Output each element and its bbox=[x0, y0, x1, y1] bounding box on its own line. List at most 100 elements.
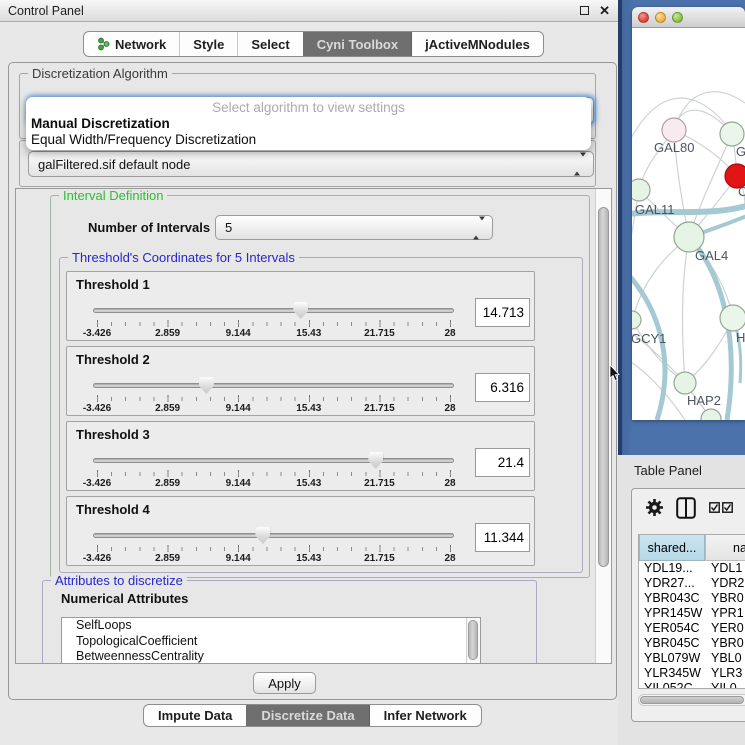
group-title: Attributes to discretize bbox=[51, 573, 187, 588]
column-settings-icon[interactable] bbox=[676, 497, 696, 519]
table-row[interactable]: YDL19...YDL1 bbox=[639, 561, 745, 576]
group-title: Interval Definition bbox=[59, 188, 167, 203]
discretization-algorithm-group: Discretization Algorithm Select algorith… bbox=[19, 73, 596, 139]
svg-text:C: C bbox=[738, 184, 745, 199]
tab-style[interactable]: Style bbox=[179, 32, 237, 56]
slider-thumb[interactable] bbox=[199, 377, 214, 394]
screen: Control Panel ✕ Network Style Select Cyn… bbox=[0, 0, 745, 745]
slider-minor-ticks bbox=[97, 472, 451, 476]
close-traffic-light[interactable] bbox=[638, 12, 649, 23]
attributes-group: Attributes to discretize Numerical Attri… bbox=[42, 580, 537, 664]
svg-text:H: H bbox=[736, 330, 745, 345]
slider-track[interactable] bbox=[93, 383, 454, 388]
close-window-button[interactable]: ✕ bbox=[599, 6, 610, 15]
checkbox-icon[interactable] bbox=[722, 502, 733, 513]
zoom-traffic-light[interactable] bbox=[672, 12, 683, 23]
network-canvas[interactable]: GAL80 GAL11 GAL4 GCY1 HAP2 GA C H bbox=[632, 28, 745, 420]
threshold-label: Threshold 3 bbox=[76, 427, 150, 442]
tab-infer-network[interactable]: Infer Network bbox=[369, 705, 481, 726]
dropdown-option-manual[interactable]: Manual Discretization bbox=[26, 116, 591, 132]
thresholds-group: Threshold's Coordinates for 5 Intervals … bbox=[59, 257, 583, 573]
threshold-label: Threshold 1 bbox=[76, 277, 150, 292]
scrollbar-thumb[interactable] bbox=[640, 696, 744, 704]
list-item[interactable]: SelfLoops bbox=[62, 618, 480, 634]
table-header-row: shared... na bbox=[639, 535, 745, 561]
tab-network[interactable]: Network bbox=[84, 32, 179, 56]
float-icon bbox=[580, 6, 589, 15]
stepper-icon bbox=[574, 157, 586, 172]
table-data-selected: galFiltered.sif default node bbox=[38, 157, 190, 172]
slider-minor-ticks bbox=[97, 547, 451, 551]
svg-text:GA: GA bbox=[736, 144, 745, 159]
slider-tick-labels: -3.426 2.859 9.144 15.43 21.715 28 bbox=[97, 553, 450, 564]
slider-minor-ticks bbox=[97, 322, 451, 326]
algorithm-dropdown-popup: Select algorithm to view settings Manual… bbox=[26, 97, 591, 150]
table-row[interactable]: YIL052CYIL0 bbox=[639, 681, 745, 689]
table-row[interactable]: YBL079WYBL0 bbox=[639, 651, 745, 666]
gear-icon[interactable] bbox=[645, 498, 664, 517]
list-item[interactable]: BetweennessCentrality bbox=[62, 649, 480, 664]
apply-button[interactable]: Apply bbox=[253, 672, 316, 694]
threshold-1-box: Threshold 1 -3.426 2.859 9.144 bbox=[66, 271, 535, 341]
mouse-cursor bbox=[609, 365, 621, 382]
threshold-label: Threshold 4 bbox=[76, 502, 150, 517]
slider-track[interactable] bbox=[93, 533, 454, 538]
group-title: Threshold's Coordinates for 5 Intervals bbox=[68, 250, 299, 265]
threshold-label: Threshold 2 bbox=[76, 352, 150, 367]
tab-cyni-toolbox[interactable]: Cyni Toolbox bbox=[303, 32, 411, 56]
interval-definition-group: Interval Definition Number of Intervals … bbox=[50, 195, 590, 578]
tab-discretize-data[interactable]: Discretize Data bbox=[246, 705, 368, 726]
slider-track[interactable] bbox=[93, 458, 454, 463]
slider-thumb[interactable] bbox=[293, 302, 308, 319]
tab-jactivemnodules[interactable]: jActiveMNodules bbox=[411, 32, 543, 56]
table-row[interactable]: YLR345WYLR3 bbox=[639, 666, 745, 681]
numerical-attributes-label: Numerical Attributes bbox=[61, 591, 188, 606]
threshold-1-value-field[interactable]: 14.713 bbox=[475, 298, 530, 327]
slider-thumb[interactable] bbox=[255, 527, 270, 544]
number-of-intervals-combobox[interactable]: 5 bbox=[215, 215, 493, 240]
svg-text:GAL4: GAL4 bbox=[695, 248, 728, 263]
scrollbar-thumb[interactable] bbox=[598, 207, 609, 567]
slider-tick-labels: -3.426 2.859 9.144 15.43 21.715 28 bbox=[97, 403, 450, 414]
settings-panel-scrollbar[interactable] bbox=[595, 189, 611, 663]
table-horizontal-scrollbar[interactable] bbox=[638, 694, 745, 706]
threshold-4-value-field[interactable]: 11.344 bbox=[475, 523, 530, 552]
tab-select[interactable]: Select bbox=[237, 32, 302, 56]
minimize-traffic-light[interactable] bbox=[655, 12, 666, 23]
svg-text:GCY1: GCY1 bbox=[632, 331, 666, 346]
table-row[interactable]: YPR145WYPR1 bbox=[639, 606, 745, 621]
panel-title: Control Panel bbox=[8, 4, 570, 18]
slider-minor-ticks bbox=[97, 397, 451, 401]
slider-thumb[interactable] bbox=[368, 452, 383, 469]
cyni-mode-tabs: Impute Data Discretize Data Infer Networ… bbox=[143, 704, 482, 727]
list-item[interactable]: TopologicalCoefficient bbox=[62, 634, 480, 650]
column-header-name[interactable]: na bbox=[705, 535, 745, 561]
svg-text:HAP2: HAP2 bbox=[687, 393, 721, 408]
cyni-toolbox-panel: Discretization Algorithm Select algorith… bbox=[8, 62, 617, 700]
threshold-3-box: Threshold 3 -3.426 2.859 9.144 bbox=[66, 421, 535, 491]
column-header-shared-name[interactable]: shared... bbox=[639, 535, 705, 561]
threshold-2-value-field[interactable]: 6.316 bbox=[475, 373, 530, 402]
table-row[interactable]: YBR043CYBR0 bbox=[639, 591, 745, 606]
slider-track[interactable] bbox=[93, 308, 454, 313]
table-panel: shared... na YDL19...YDL1 YDR27...YDR2 Y… bbox=[631, 488, 745, 722]
svg-text:GAL80: GAL80 bbox=[654, 140, 694, 155]
settings-scroll-panel: Interval Definition Number of Intervals … bbox=[15, 188, 612, 664]
table-row[interactable]: YER054CYER0 bbox=[639, 621, 745, 636]
network-nodes[interactable] bbox=[632, 118, 745, 420]
float-window-button[interactable] bbox=[580, 4, 589, 18]
table-data-combobox[interactable]: galFiltered.sif default node bbox=[28, 151, 594, 177]
node-attribute-table: shared... na YDL19...YDL1 YDR27...YDR2 Y… bbox=[638, 534, 745, 689]
network-window: GAL80 GAL11 GAL4 GCY1 HAP2 GA C H bbox=[632, 7, 745, 420]
table-row[interactable]: YDR27...YDR2 bbox=[639, 576, 745, 591]
tab-impute-data[interactable]: Impute Data bbox=[144, 705, 246, 726]
control-panel-titlebar: Control Panel ✕ bbox=[0, 0, 618, 22]
number-of-intervals-label: Number of Intervals bbox=[88, 220, 210, 235]
table-row[interactable]: YBR045CYBR0 bbox=[639, 636, 745, 651]
numerical-attributes-list: SelfLoops TopologicalCoefficient Between… bbox=[61, 617, 481, 664]
threshold-3-value-field[interactable]: 21.4 bbox=[475, 448, 530, 477]
network-window-titlebar bbox=[632, 7, 745, 28]
checkbox-icon[interactable] bbox=[709, 502, 720, 513]
list-scrollbar[interactable] bbox=[466, 618, 480, 664]
dropdown-option-equal-width[interactable]: Equal Width/Frequency Discretization bbox=[26, 132, 591, 148]
